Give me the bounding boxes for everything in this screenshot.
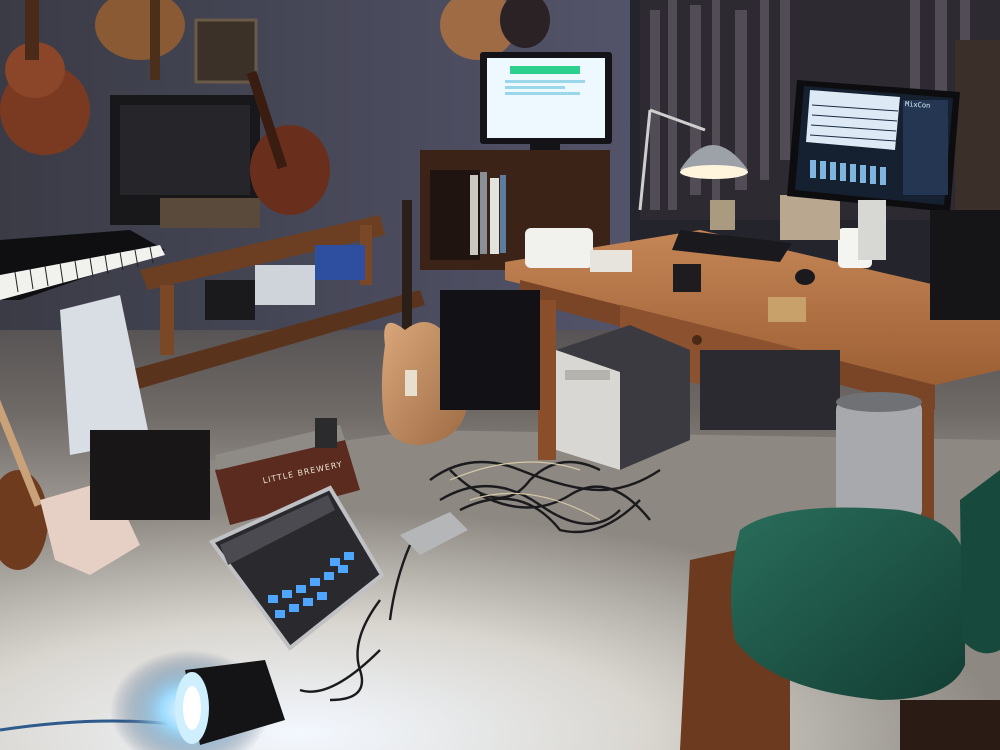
studio-photo: LITTLE BREWERY MixCon [0,0,1000,750]
studio-illustration [0,0,1000,750]
monitor-logo-text: MixCon [904,100,931,110]
small-box [673,264,701,292]
drawer-knob [692,335,702,345]
white-box [255,265,315,305]
label-printer [525,228,593,268]
small-device [590,250,632,272]
circuit-board [768,297,806,322]
blue-box [315,245,365,280]
rack-units [440,290,540,410]
computer-mouse [795,269,815,285]
boxes [780,195,840,240]
amp-control-panel [160,198,260,228]
amp-grille [120,105,250,195]
studio-speaker [930,210,1000,320]
desk-leg-left [538,300,556,460]
trash-bin [836,392,922,520]
floor-amp [90,430,210,520]
computer-tower [556,325,690,470]
wall-picture-frame [194,18,258,84]
black-box [205,280,255,320]
jar [710,200,735,230]
equipment-under-desk [700,350,840,430]
